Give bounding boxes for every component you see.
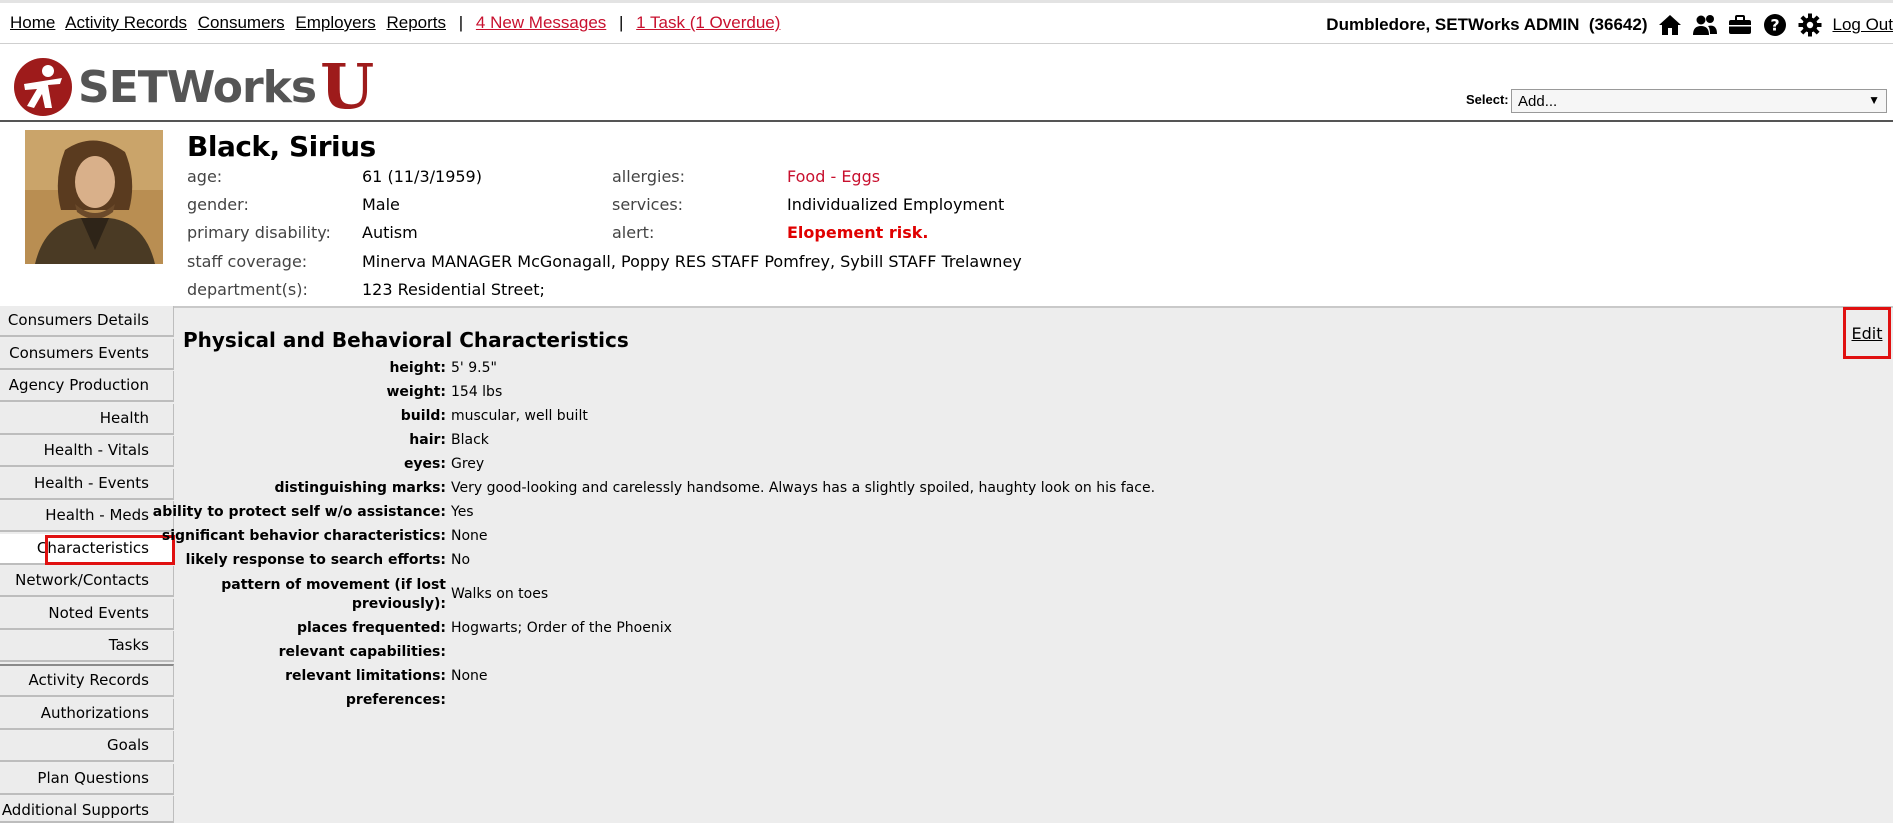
select-label: Select: — [1466, 92, 1509, 107]
header-logo-row: SETWorks U Select: Add... ▼ — [0, 44, 1893, 122]
build-value: muscular, well built — [451, 408, 588, 424]
nav-home-link[interactable]: Home — [10, 13, 55, 32]
places-frequented-value: Hogwarts; Order of the Phoenix — [451, 620, 672, 636]
hair-value: Black — [451, 432, 489, 448]
departments-value: 123 Residential Street; — [362, 280, 545, 299]
nav-consumers-link[interactable]: Consumers — [198, 13, 285, 32]
sidenav-plan-questions[interactable]: Plan Questions — [0, 764, 174, 795]
height-value: 5' 9.5" — [451, 360, 497, 376]
eyes-label: eyes: — [404, 456, 446, 472]
relevant-capabilities-label: relevant capabilities: — [279, 644, 446, 660]
age-label: age: — [187, 167, 222, 186]
distinguishing-marks-label: distinguishing marks: — [274, 480, 446, 496]
tasks-link[interactable]: 1 Task (1 Overdue) — [636, 13, 780, 32]
section-title: Physical and Behavioral Characteristics — [183, 328, 629, 352]
nav-activity-records-link[interactable]: Activity Records — [65, 13, 187, 32]
sidenav-noted-events[interactable]: Noted Events — [0, 599, 174, 630]
nav-separator: | — [459, 13, 463, 32]
new-messages-link[interactable]: 4 New Messages — [476, 13, 606, 32]
primary-disability-label: primary disability: — [187, 223, 331, 242]
main-nav: Home Activity Records Consumers Employer… — [10, 13, 786, 33]
svg-text:?: ? — [1770, 16, 1779, 35]
sidenav-health-meds[interactable]: Health - Meds — [0, 501, 174, 532]
search-response-label: likely response to search efforts: — [186, 552, 446, 568]
consumer-photo — [25, 130, 163, 264]
weight-value: 154 lbs — [451, 384, 502, 400]
sidenav-additional-supports[interactable]: Additional Supports — [0, 796, 174, 823]
characteristics-highlight — [45, 535, 175, 565]
logo-u: U — [320, 59, 374, 115]
protect-self-value: Yes — [451, 504, 474, 520]
nav-reports-link[interactable]: Reports — [386, 13, 446, 32]
gear-icon[interactable] — [1797, 12, 1823, 38]
top-navigation-bar: Home Activity Records Consumers Employer… — [0, 0, 1893, 44]
user-id: (36642) — [1589, 15, 1648, 35]
sidenav-activity-records[interactable]: Activity Records — [0, 664, 174, 697]
alert-label: alert: — [612, 223, 654, 242]
home-icon[interactable] — [1657, 12, 1683, 38]
alert-value: Elopement risk. — [787, 223, 928, 242]
help-icon[interactable]: ? — [1762, 12, 1788, 38]
sidenav-network-contacts[interactable]: Network/Contacts — [0, 566, 174, 597]
user-bar: Dumbledore, SETWorks ADMIN (36642) ? Log… — [1326, 12, 1893, 38]
sidenav-tasks[interactable]: Tasks — [0, 631, 174, 662]
staff-coverage-label: staff coverage: — [187, 252, 307, 271]
pattern-of-movement-value: Walks on toes — [451, 586, 548, 602]
primary-disability-value: Autism — [362, 223, 418, 242]
allergies-label: allergies: — [612, 167, 685, 186]
nav-employers-link[interactable]: Employers — [295, 13, 375, 32]
consumer-name: Black, Sirius — [187, 130, 376, 163]
add-select-value: Add... — [1518, 93, 1557, 110]
height-label: height: — [389, 360, 446, 376]
users-icon[interactable] — [1692, 12, 1718, 38]
logout-link[interactable]: Log Out — [1833, 15, 1893, 35]
search-response-value: No — [451, 552, 470, 568]
user-name: Dumbledore, SETWorks ADMIN — [1326, 15, 1579, 35]
allergies-value: Food - Eggs — [787, 167, 880, 186]
add-select[interactable]: Add... ▼ — [1511, 89, 1887, 113]
gender-label: gender: — [187, 195, 249, 214]
behavior-characteristics-value: None — [451, 528, 488, 544]
edit-label: Edit — [1852, 324, 1883, 343]
relevant-limitations-label: relevant limitations: — [285, 668, 446, 684]
sidenav-health-vitals[interactable]: Health - Vitals — [0, 436, 174, 467]
departments-label: department(s): — [187, 280, 308, 299]
weight-label: weight: — [386, 384, 446, 400]
edit-button[interactable]: Edit — [1843, 307, 1891, 359]
places-frequented-label: places frequented: — [297, 620, 446, 636]
eyes-value: Grey — [451, 456, 484, 472]
chevron-down-icon: ▼ — [1868, 93, 1880, 107]
logo-figure-icon — [12, 56, 74, 118]
sidenav-health[interactable]: Health — [0, 404, 174, 435]
relevant-limitations-value: None — [451, 668, 488, 684]
nav-separator: | — [619, 13, 623, 32]
distinguishing-marks-value: Very good-looking and carelessly handsom… — [451, 480, 1155, 496]
setworks-logo[interactable]: SETWorks U — [12, 56, 374, 118]
sidenav-health-events[interactable]: Health - Events — [0, 469, 174, 500]
preferences-label: preferences: — [346, 692, 446, 708]
protect-self-label: ability to protect self w/o assistance: — [153, 504, 446, 520]
logo-text: SETWorks — [78, 62, 316, 113]
staff-coverage-value: Minerva MANAGER McGonagall, Poppy RES ST… — [362, 252, 1022, 271]
sidenav-authorizations[interactable]: Authorizations — [0, 699, 174, 730]
age-value: 61 (11/3/1959) — [362, 167, 482, 186]
sidenav-consumers-details[interactable]: Consumers Details — [0, 306, 174, 337]
gender-value: Male — [362, 195, 400, 214]
briefcase-icon[interactable] — [1727, 12, 1753, 38]
build-label: build: — [401, 408, 446, 424]
sidenav-agency-production[interactable]: Agency Production — [0, 371, 174, 402]
sidenav-goals[interactable]: Goals — [0, 731, 174, 762]
services-label: services: — [612, 195, 683, 214]
pattern-of-movement-label: pattern of movement (if lost previously)… — [216, 576, 446, 614]
services-value: Individualized Employment — [787, 195, 1004, 214]
sidenav-consumers-events[interactable]: Consumers Events — [0, 339, 174, 370]
hair-label: hair: — [409, 432, 446, 448]
behavior-characteristics-label: significant behavior characteristics: — [162, 528, 446, 544]
